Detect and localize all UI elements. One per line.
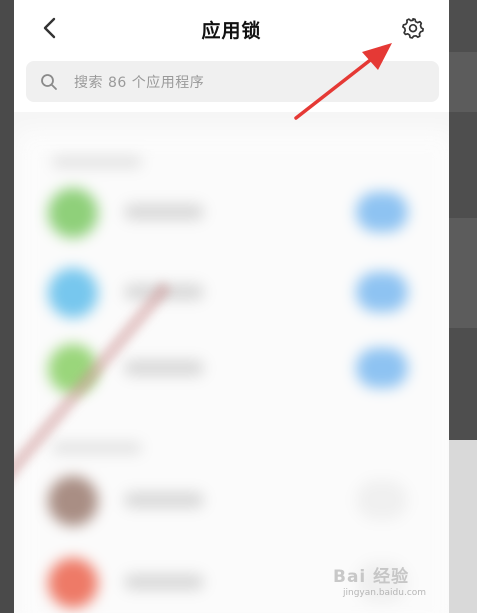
back-button[interactable] <box>32 12 68 48</box>
app-name-blurred <box>124 204 204 220</box>
screenshot-stage: 应用锁 搜索 86 个应用程序 Bai 经验 jingyan.baidu.com <box>0 0 477 613</box>
background-panel <box>449 52 477 112</box>
page-title: 应用锁 <box>201 20 262 42</box>
app-lock-screen: 应用锁 搜索 86 个应用程序 <box>14 0 449 613</box>
app-name-blurred <box>124 574 204 590</box>
top-bar: 应用锁 <box>14 0 449 58</box>
app-icon <box>48 188 98 238</box>
list-item[interactable] <box>28 260 444 330</box>
lock-toggle[interactable] <box>356 562 408 602</box>
lock-toggle[interactable] <box>356 480 408 520</box>
lock-toggle[interactable] <box>356 348 408 388</box>
gear-icon <box>401 16 425 44</box>
list-item[interactable] <box>28 180 444 250</box>
background-panel <box>449 440 477 613</box>
list-item[interactable] <box>28 468 444 538</box>
background-left-edge <box>0 0 14 613</box>
section-label-blurred <box>52 156 142 168</box>
app-icon <box>48 558 98 608</box>
search-icon <box>40 73 58 91</box>
app-name-blurred <box>124 492 204 508</box>
search-placeholder: 搜索 86 个应用程序 <box>74 74 205 91</box>
settings-button[interactable] <box>395 12 431 48</box>
app-icon <box>48 268 98 318</box>
lock-toggle[interactable] <box>356 272 408 312</box>
app-list <box>14 112 449 613</box>
search-input[interactable]: 搜索 86 个应用程序 <box>26 61 439 102</box>
chevron-left-icon <box>41 16 59 44</box>
lock-toggle[interactable] <box>356 192 408 232</box>
app-name-blurred <box>124 360 204 376</box>
background-panel <box>449 218 477 328</box>
section-label-blurred <box>52 442 142 454</box>
app-icon <box>48 476 98 526</box>
list-item[interactable] <box>28 550 444 613</box>
background-right-edge <box>449 0 477 613</box>
